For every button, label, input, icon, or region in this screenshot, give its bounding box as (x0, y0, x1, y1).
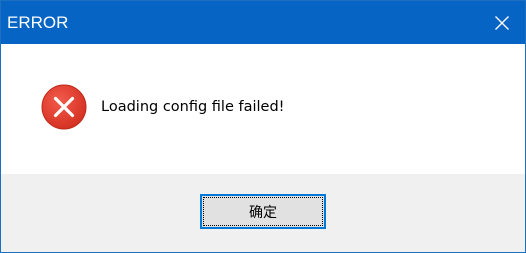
error-message: Loading config file failed! (101, 99, 285, 115)
close-icon (495, 15, 509, 30)
close-button[interactable] (479, 1, 525, 44)
ok-button[interactable]: 确定 (200, 194, 326, 229)
error-dialog-window: ERROR Loading config file failed! 确定 (0, 0, 526, 253)
dialog-footer: 确定 (1, 174, 525, 252)
error-icon (41, 84, 87, 130)
title-bar[interactable]: ERROR (1, 1, 525, 44)
window-title: ERROR (7, 13, 69, 32)
dialog-content: Loading config file failed! (1, 44, 525, 174)
ok-button-label: 确定 (249, 204, 277, 221)
